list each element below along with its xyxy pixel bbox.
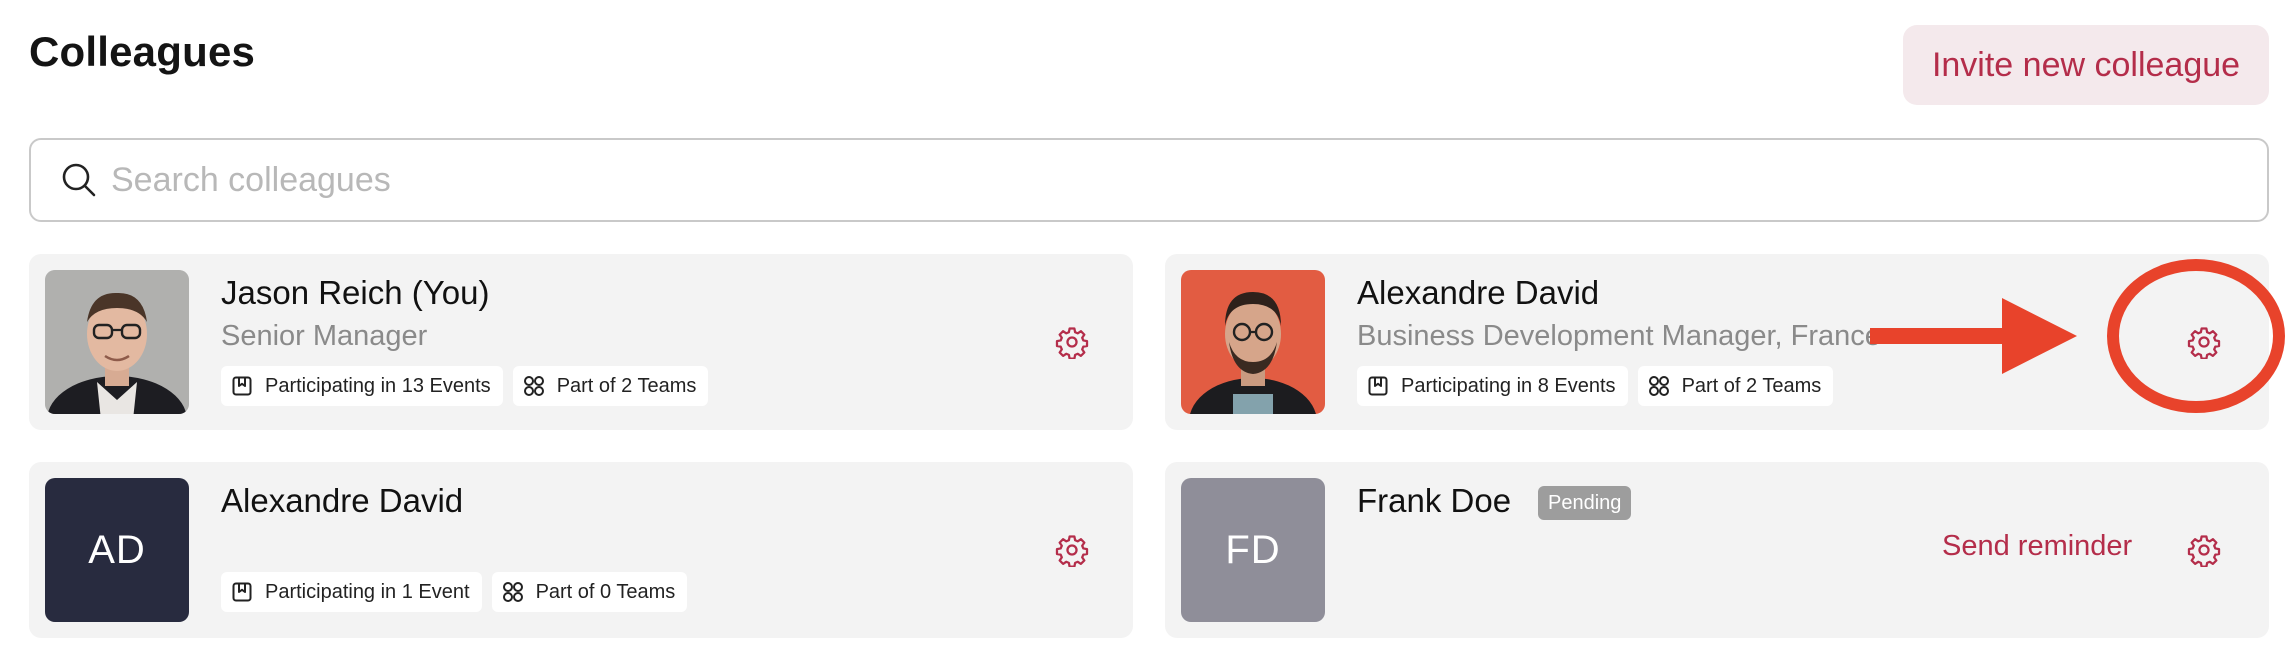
settings-gear-button[interactable] <box>2182 528 2226 572</box>
colleague-card-alexandre-david: Alexandre David Business Development Man… <box>1165 254 2269 430</box>
teams-count: Part of 2 Teams <box>1681 374 1822 397</box>
send-reminder-button[interactable]: Send reminder <box>1942 530 2132 563</box>
gear-icon <box>2187 327 2221 359</box>
search-input[interactable] <box>111 160 2211 200</box>
avatar-initials: AD <box>45 478 189 622</box>
avatar-initials-text: AD <box>88 527 146 572</box>
events-pill: Participating in 8 Events <box>1357 366 1628 406</box>
events-count: Participating in 13 Events <box>265 374 491 397</box>
events-pill: Participating in 1 Event <box>221 572 482 612</box>
bookmark-calendar-icon <box>1368 376 1388 396</box>
colleague-card-jason-reich: Jason Reich (You) Senior Manager Partici… <box>29 254 1133 430</box>
search-icon <box>62 163 96 197</box>
colleague-name: Alexandre David <box>221 482 464 519</box>
bookmark-calendar-icon <box>232 376 252 396</box>
colleague-name: Alexandre David <box>1357 274 1600 311</box>
teams-pill: Part of 2 Teams <box>1637 366 1834 406</box>
colleagues-page: Colleagues Invite new colleague Search c… <box>0 0 2288 654</box>
colleague-card-alexandre-david-initials: AD Alexandre David Participating in 1 Ev… <box>29 462 1133 638</box>
gear-icon <box>2187 535 2221 567</box>
page-title: Colleagues <box>29 28 256 75</box>
gear-icon <box>1055 535 1089 567</box>
colleague-stats: Participating in 13 Events Part of 2 Tea… <box>221 366 709 406</box>
events-pill: Participating in 13 Events <box>221 366 503 406</box>
colleague-card-frank-doe: FD Frank Doe Pending Send reminder <box>1165 462 2269 638</box>
colleague-stats: Participating in 1 Event Part of 0 Teams <box>221 572 688 612</box>
settings-gear-button[interactable] <box>2182 320 2226 364</box>
colleague-stats: Participating in 8 Events Part of 2 Team… <box>1357 366 1834 406</box>
search-bar[interactable] <box>29 138 2269 222</box>
four-circles-icon <box>523 376 544 396</box>
teams-pill: Part of 2 Teams <box>512 366 709 406</box>
colleague-title: Senior Manager <box>221 320 428 352</box>
colleague-title: Business Development Manager, France <box>1357 320 1881 352</box>
teams-count: Part of 0 Teams <box>535 580 676 603</box>
bookmark-calendar-icon <box>232 582 252 602</box>
four-circles-icon <box>502 582 523 602</box>
events-count: Participating in 1 Event <box>265 580 470 603</box>
avatar-initials: FD <box>1181 478 1325 622</box>
settings-gear-button[interactable] <box>1050 528 1094 572</box>
avatar-photo <box>45 270 189 414</box>
avatar-photo <box>1181 270 1325 414</box>
invite-colleague-button[interactable]: Invite new colleague <box>1903 25 2269 105</box>
status-badge: Pending <box>1538 486 1632 520</box>
teams-count: Part of 2 Teams <box>556 374 697 397</box>
settings-gear-button[interactable] <box>1050 320 1094 364</box>
four-circles-icon <box>1648 376 1669 396</box>
avatar-initials-text: FD <box>1225 527 1281 572</box>
events-count: Participating in 8 Events <box>1401 374 1616 397</box>
teams-pill: Part of 0 Teams <box>491 572 688 612</box>
colleague-name: Frank Doe <box>1357 482 1512 519</box>
colleague-name: Jason Reich (You) <box>221 274 490 311</box>
gear-icon <box>1055 327 1089 359</box>
